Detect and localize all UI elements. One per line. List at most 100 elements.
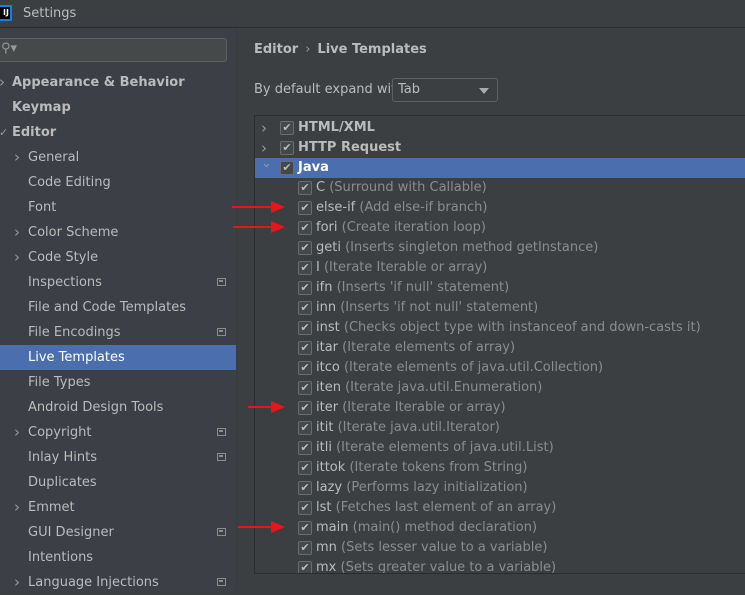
checkbox[interactable]: ✔ [298, 521, 312, 535]
checkbox[interactable]: ✔ [298, 321, 312, 335]
title-bar: IJ Settings [0, 0, 745, 28]
template-item[interactable]: ✔ inn (Inserts 'if not null' statement) [255, 298, 745, 318]
template-item[interactable]: ✔ else-if (Add else-if branch) [255, 198, 745, 218]
template-item[interactable]: ✔ geti (Inserts singleton method getInsta… [255, 238, 745, 258]
template-item[interactable]: ✔ fori (Create iteration loop) [255, 218, 745, 238]
sidebar-item[interactable]: Font [0, 195, 236, 220]
sidebar-item[interactable]: ✓ Editor [0, 120, 236, 145]
checkbox[interactable]: ✔ [298, 261, 312, 275]
checkbox[interactable]: ✔ [298, 541, 312, 555]
search-input[interactable]: ⚲▾ [0, 38, 227, 62]
template-abbreviation: itar [316, 340, 339, 355]
chevron-right-icon[interactable]: › [14, 570, 20, 595]
breadcrumb-parent[interactable]: Editor [254, 42, 298, 57]
chevron-right-icon[interactable]: › [14, 220, 20, 245]
sidebar-item[interactable]: Android Design Tools [0, 395, 236, 420]
template-item[interactable]: ✔ lst (Fetches last element of an array) [255, 498, 745, 518]
checkbox[interactable]: ✔ [298, 501, 312, 515]
checkbox[interactable]: ✔ [280, 121, 294, 135]
sidebar-item[interactable]: › Code Style [0, 245, 236, 270]
chevron-right-icon[interactable]: › [14, 245, 20, 270]
chevron-down-icon[interactable]: ✓ [0, 120, 8, 145]
template-item[interactable]: ✔ iten (Iterate java.util.Enumeration) [255, 378, 745, 398]
checkbox[interactable]: ✔ [298, 401, 312, 415]
sidebar-item[interactable]: Live Templates [0, 345, 236, 370]
sidebar-item[interactable]: Inlay Hints [0, 445, 236, 470]
chevron-down-icon[interactable]: ⌄ [261, 154, 272, 174]
checkbox[interactable]: ✔ [298, 341, 312, 355]
template-item[interactable]: ✔ main (main() method declaration) [255, 518, 745, 538]
sidebar-item[interactable]: › Appearance & Behavior [0, 70, 236, 95]
checkbox[interactable]: ✔ [298, 301, 312, 315]
sidebar-item[interactable]: Intentions [0, 545, 236, 570]
template-name: main (main() method declaration) [316, 518, 537, 538]
template-item[interactable]: ✔ mx (Sets greater value to a variable) [255, 558, 745, 573]
chevron-right-icon[interactable]: › [0, 70, 5, 95]
checkbox[interactable]: ✔ [280, 141, 294, 155]
sidebar-item[interactable]: File Encodings [0, 320, 236, 345]
chevron-right-icon[interactable]: › [14, 495, 20, 520]
template-abbreviation: mn [316, 540, 337, 555]
sidebar-item[interactable]: File Types [0, 370, 236, 395]
sidebar-item[interactable]: › Color Scheme [0, 220, 236, 245]
checkbox[interactable]: ✔ [298, 201, 312, 215]
sidebar-item[interactable]: › Emmet [0, 495, 236, 520]
template-item[interactable]: ✔ itar (Iterate elements of array) [255, 338, 745, 358]
template-name: itit (Iterate java.util.Iterator) [316, 418, 500, 438]
template-item[interactable]: ✔ ittok (Iterate tokens from String) [255, 458, 745, 478]
templates-tree[interactable]: › ✔ HTML/XML › ✔ HTTP Request ⌄ ✔ Java ✔ C (Surrou… [254, 115, 745, 574]
template-item[interactable]: ✔ I (Iterate Iterable or array) [255, 258, 745, 278]
template-item[interactable]: ✔ lazy (Performs lazy initialization) [255, 478, 745, 498]
sidebar-item[interactable]: › Copyright [0, 420, 236, 445]
checkbox[interactable]: ✔ [298, 221, 312, 235]
checkbox[interactable]: ✔ [298, 241, 312, 255]
chevron-right-icon[interactable]: › [261, 118, 267, 138]
template-description: (Checks object type with instanceof and … [343, 320, 701, 335]
template-description: (Inserts singleton method getInstance) [345, 240, 599, 255]
checkbox[interactable]: ✔ [298, 421, 312, 435]
template-item[interactable]: ✔ itli (Iterate elements of java.util.Lis… [255, 438, 745, 458]
template-item[interactable]: ✔ ifn (Inserts 'if null' statement) [255, 278, 745, 298]
sidebar-item[interactable]: Inspections [0, 270, 236, 295]
sidebar-item-label: Code Style [28, 250, 99, 265]
expand-with-dropdown[interactable]: Tab [392, 78, 498, 102]
checkbox[interactable]: ✔ [298, 561, 312, 573]
divider[interactable] [236, 28, 253, 591]
checkbox[interactable]: ✔ [298, 441, 312, 455]
checkbox[interactable]: ✔ [298, 461, 312, 475]
chevron-right-icon[interactable]: › [14, 420, 20, 445]
sidebar-item[interactable]: File and Code Templates [0, 295, 236, 320]
template-group[interactable]: ⌄ ✔ Java [255, 156, 745, 178]
sidebar-item[interactable]: Duplicates [0, 470, 236, 495]
template-item[interactable]: ✔ iter (Iterate Iterable or array) [255, 398, 745, 418]
sidebar-item-label: General [28, 150, 80, 165]
checkbox[interactable]: ✔ [298, 181, 312, 195]
template-item[interactable]: ✔ itco (Iterate elements of java.util.Col… [255, 358, 745, 378]
sidebar-item[interactable]: › Language Injections [0, 570, 236, 595]
checkbox[interactable]: ✔ [298, 381, 312, 395]
template-item[interactable]: ✔ C (Surround with Callable) [255, 178, 745, 198]
checkbox[interactable]: ✔ [298, 281, 312, 295]
template-name: inn (Inserts 'if not null' statement) [316, 298, 538, 318]
checkbox[interactable]: ✔ [298, 361, 312, 375]
sidebar-item[interactable]: Keymap [0, 95, 236, 120]
template-item[interactable]: ✔ itit (Iterate java.util.Iterator) [255, 418, 745, 438]
template-abbreviation: itco [316, 360, 340, 375]
sidebar-item-label: File Types [28, 375, 91, 390]
chevron-right-icon[interactable]: › [14, 145, 20, 170]
template-name: mx (Sets greater value to a variable) [316, 558, 556, 573]
template-group[interactable]: › ✔ HTML/XML [255, 118, 745, 138]
template-description: (Iterate java.util.Iterator) [337, 420, 500, 435]
template-item[interactable]: ✔ inst (Checks object type with instanceo… [255, 318, 745, 338]
checkbox[interactable]: ✔ [280, 161, 294, 175]
template-group[interactable]: › ✔ HTTP Request [255, 138, 745, 158]
template-description: (Iterate tokens from String) [349, 460, 528, 475]
template-name: HTTP Request [298, 138, 401, 158]
sidebar-item[interactable]: › General [0, 145, 236, 170]
sidebar-item[interactable]: Code Editing [0, 170, 236, 195]
template-item[interactable]: ✔ mn (Sets lesser value to a variable) [255, 538, 745, 558]
checkbox[interactable]: ✔ [298, 481, 312, 495]
sidebar-item[interactable]: GUI Designer [0, 520, 236, 545]
sidebar-item-label: Emmet [28, 500, 75, 515]
template-abbreviation: fori [316, 220, 338, 235]
